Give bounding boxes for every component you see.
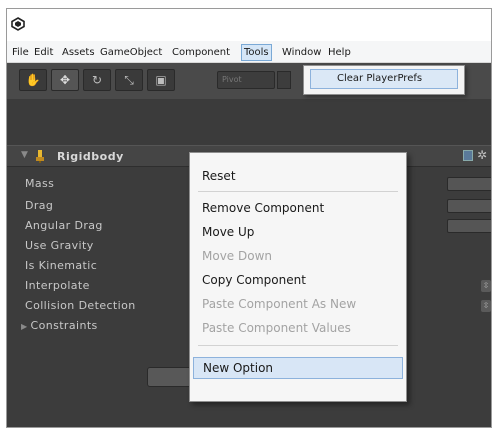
ctx-move-up[interactable]: Move Up [190,221,406,243]
prop-angular-drag-label: Angular Drag [25,219,103,232]
tools-dropdown-menu: Clear PlayerPrefs [303,65,465,95]
ctx-reset[interactable]: Reset [190,165,406,187]
prop-interpolate-label: Interpolate [25,279,90,292]
mass-field[interactable] [447,177,491,191]
rigidbody-icon [36,150,44,163]
menu-file[interactable]: File [9,44,32,61]
menu-window[interactable]: Window [279,44,324,61]
component-title: Rigidbody [57,150,124,163]
ctx-paste-component-values: Paste Component Values [202,321,351,335]
inspector-top-area [7,99,491,145]
prop-drag-label: Drag [25,199,54,212]
drag-field[interactable] [447,199,491,213]
menu-item-clear-playerprefs[interactable]: Clear PlayerPrefs [310,69,458,89]
interpolate-dropdown-arrow-icon[interactable]: ⇳ [481,280,491,292]
menu-tools[interactable]: Tools [241,44,272,61]
pivot-toggle-button[interactable]: Pivot [217,71,275,89]
prop-constraints-label[interactable]: ▶ Constraints [21,319,98,332]
screenshot-frame: File Edit Assets GameObject Component To… [0,0,496,433]
prop-mass-label: Mass [25,177,55,190]
rect-tool-button[interactable]: ▣ [147,69,175,91]
ctx-copy-component[interactable]: Copy Component [190,269,406,291]
gear-icon[interactable]: ✲ [477,148,487,162]
collision-dropdown-arrow-icon[interactable]: ⇳ [481,300,491,312]
scale-tool-button[interactable]: ⤡ [115,69,143,91]
constraints-foldout-icon: ▶ [21,322,31,331]
constraints-label-text: Constraints [30,319,98,332]
ctx-remove-component[interactable]: Remove Component [190,197,406,219]
menu-component[interactable]: Component [169,44,233,61]
prop-is-kinematic-label: Is Kinematic [25,259,98,272]
rect-icon: ▣ [155,73,167,87]
rotate-tool-button[interactable]: ↻ [83,69,111,91]
menu-bar: File Edit Assets GameObject Component To… [7,41,491,63]
menu-assets[interactable]: Assets [59,44,98,61]
ctx-separator [198,191,398,192]
title-bar [7,9,491,41]
angular-drag-field[interactable] [447,219,491,233]
scale-icon: ⤡ [124,73,134,87]
hand-icon: ✋ [25,73,41,87]
hand-tool-button[interactable]: ✋ [19,69,47,91]
foldout-arrow-icon[interactable]: ▼ [21,150,28,160]
component-context-menu: Reset Remove Component Move Up Move Down… [189,152,407,402]
pivot-rotation-button[interactable] [277,71,291,89]
menu-edit[interactable]: Edit [31,44,56,61]
ctx-move-down: Move Down [202,249,272,263]
unity-editor-window: File Edit Assets GameObject Component To… [6,8,492,428]
move-tool-button[interactable]: ✥ [51,69,79,91]
ctx-separator [198,345,398,346]
prop-collision-detection-label: Collision Detection [25,299,136,312]
help-icon[interactable] [463,150,473,161]
unity-logo-icon [11,17,25,31]
ctx-new-option[interactable]: New Option [193,357,403,379]
rotate-icon: ↻ [91,73,103,87]
prop-use-gravity-label: Use Gravity [25,239,94,252]
menu-gameobject[interactable]: GameObject [97,44,165,61]
ctx-paste-component-as-new: Paste Component As New [202,297,357,311]
menu-help[interactable]: Help [325,44,354,61]
move-icon: ✥ [59,73,71,87]
